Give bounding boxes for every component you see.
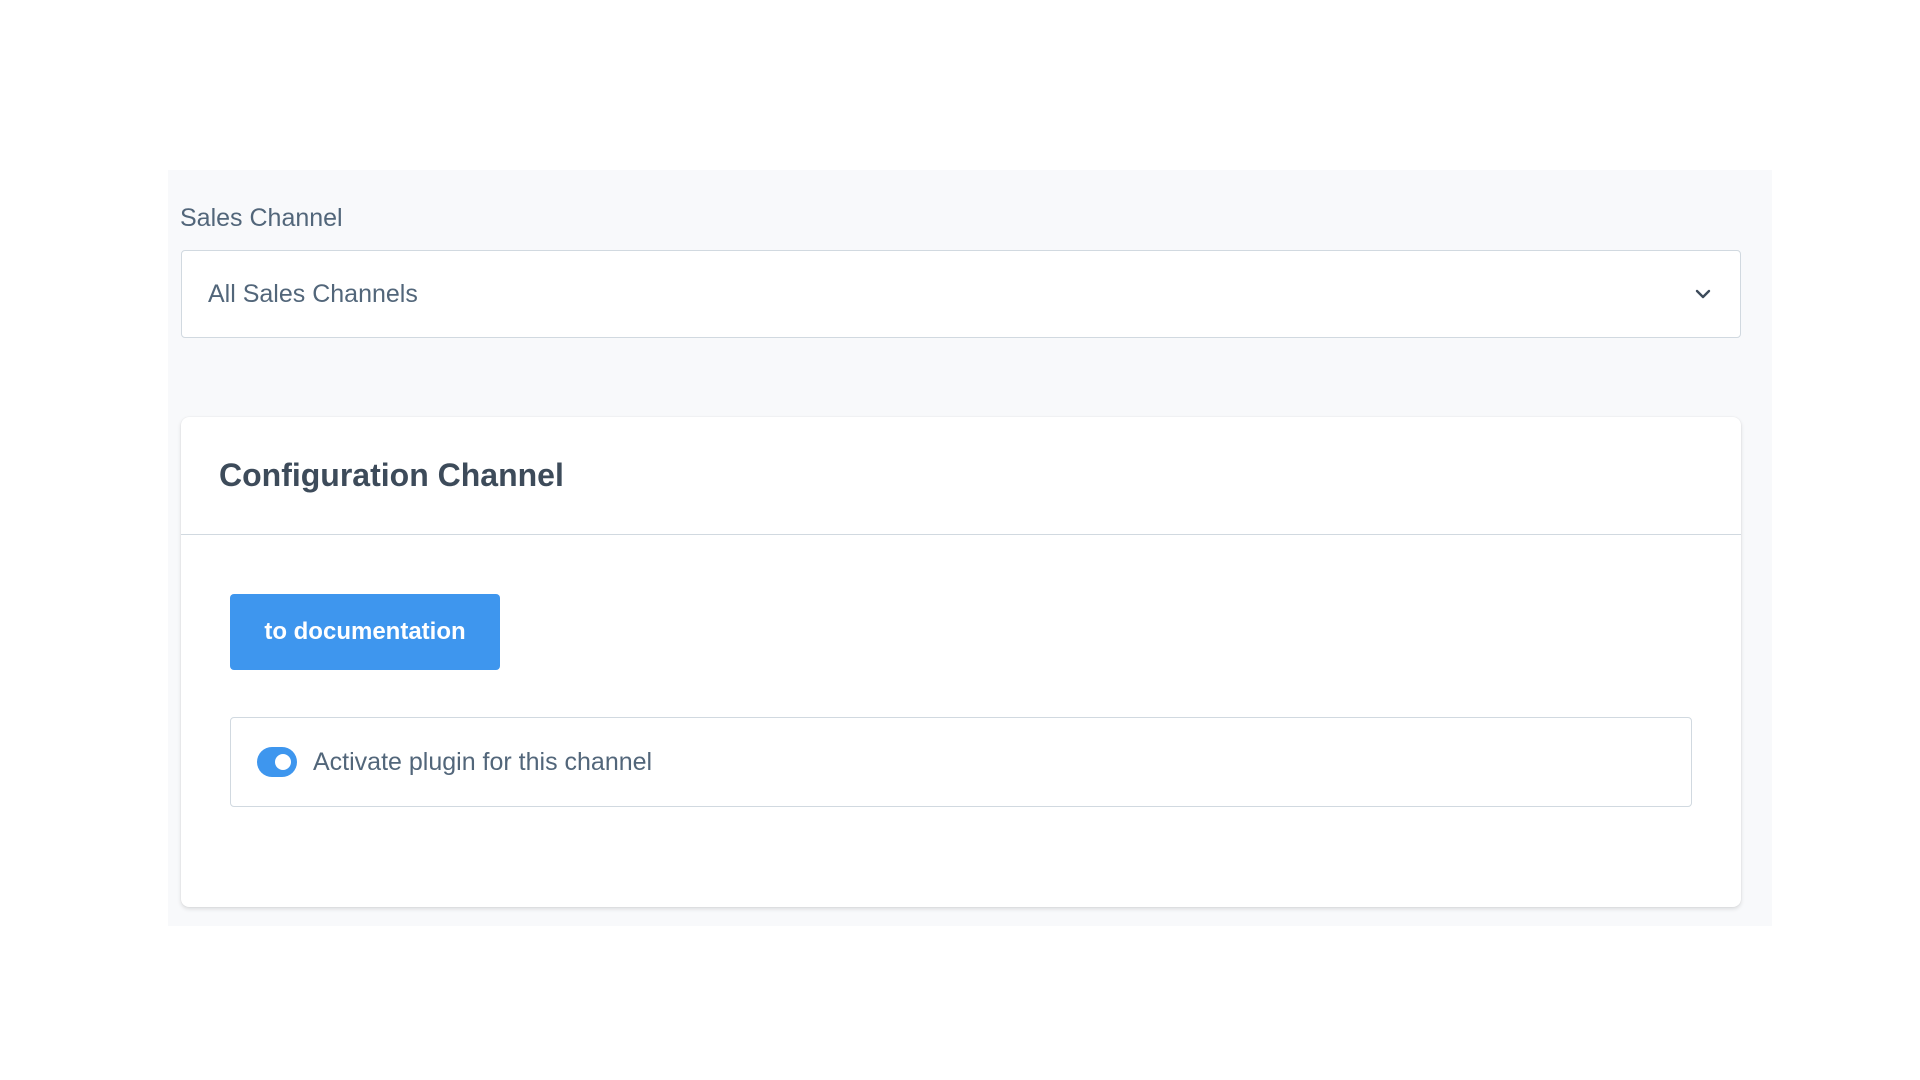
chevron-down-icon[interactable] (1692, 283, 1714, 305)
to-documentation-button[interactable]: to documentation (230, 594, 500, 670)
sales-channel-selected-value: All Sales Channels (208, 279, 418, 308)
card-header: Configuration Channel (181, 417, 1741, 535)
sales-channel-panel: Sales Channel All Sales Channels Configu… (168, 170, 1772, 926)
activate-plugin-label[interactable]: Activate plugin for this channel (313, 748, 652, 777)
activate-plugin-switch[interactable] (257, 747, 297, 777)
sales-channel-select[interactable]: All Sales Channels (181, 250, 1741, 338)
card-title: Configuration Channel (219, 457, 564, 493)
activate-plugin-field: Activate plugin for this channel (230, 717, 1692, 807)
configuration-channel-card: Configuration Channel to documentation A… (181, 417, 1741, 907)
switch-knob (275, 754, 291, 770)
sales-channel-label: Sales Channel (180, 204, 343, 232)
